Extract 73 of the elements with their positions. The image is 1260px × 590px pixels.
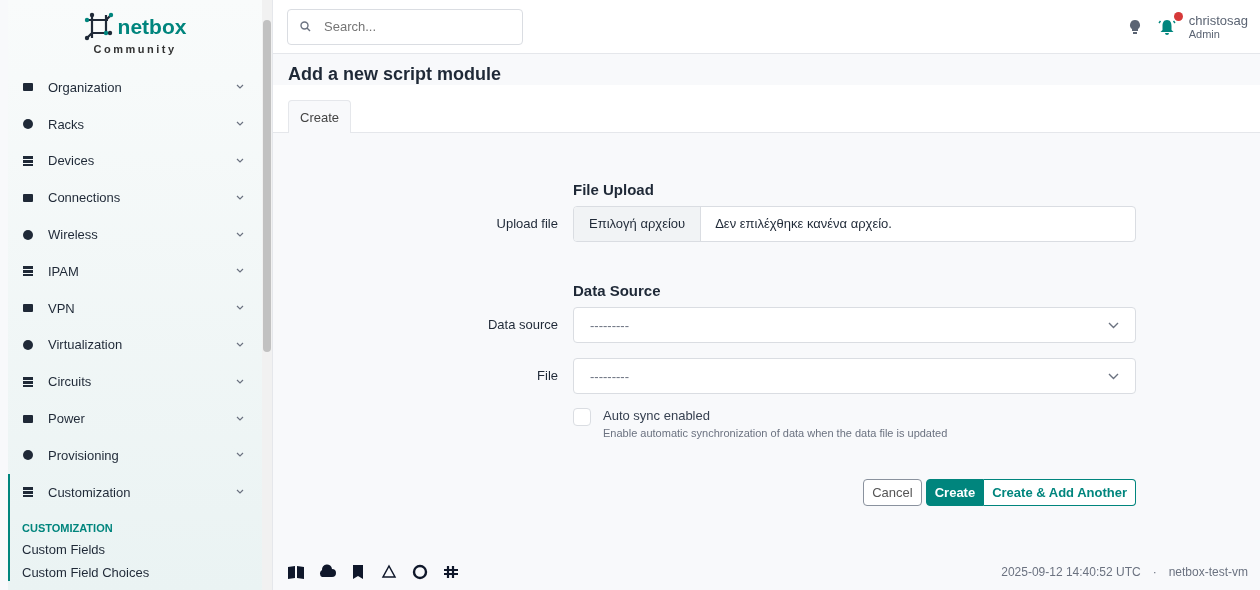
nav-item[interactable]: Power bbox=[8, 400, 262, 437]
search-icon bbox=[300, 20, 311, 32]
chevron-icon bbox=[1108, 321, 1119, 329]
brand-edition: Community bbox=[93, 43, 177, 55]
chevron-icon bbox=[236, 341, 244, 348]
menu-item-icon bbox=[22, 302, 34, 315]
checkbox[interactable] bbox=[573, 408, 591, 426]
chevron-icon bbox=[236, 489, 244, 496]
chevron-icon bbox=[236, 121, 244, 128]
nav-item[interactable]: Devices bbox=[8, 142, 262, 180]
chevron-icon bbox=[236, 268, 244, 275]
lightbulb-icon[interactable] bbox=[1128, 18, 1141, 35]
menu-item-icon bbox=[22, 338, 34, 351]
hostname: netbox-test-vm bbox=[1168, 565, 1248, 579]
menu-link[interactable]: Custom Fields bbox=[10, 533, 106, 558]
menu-item-icon bbox=[22, 486, 34, 499]
field-label: File bbox=[536, 367, 559, 385]
menu-link[interactable]: Custom Field Choices bbox=[10, 557, 150, 581]
section-heading: Data Source bbox=[573, 282, 661, 299]
select-field[interactable]: --------- bbox=[573, 358, 1136, 394]
nav-item[interactable]: Virtualization bbox=[8, 326, 262, 364]
create-button[interactable]: Create bbox=[925, 479, 985, 506]
tab[interactable]: Create bbox=[288, 100, 352, 133]
menu-item-icon bbox=[22, 81, 34, 94]
nav-item[interactable]: Customization bbox=[10, 473, 262, 511]
help-text: Enable automatic synchronization of data when the data file is updated bbox=[603, 427, 948, 439]
page-title: Add a new script module bbox=[288, 64, 503, 85]
chevron-icon bbox=[236, 378, 244, 385]
nav-item[interactable]: Wireless bbox=[8, 216, 262, 253]
chevron-icon bbox=[1108, 372, 1119, 380]
chevron-icon bbox=[236, 452, 244, 459]
brand-name: netbox bbox=[117, 15, 187, 39]
field-label: Data source bbox=[486, 316, 559, 334]
nav-item[interactable]: VPN bbox=[8, 289, 262, 327]
menu-item-icon bbox=[22, 449, 34, 462]
nav-item[interactable]: Organization bbox=[8, 69, 262, 106]
menu-item-icon bbox=[22, 155, 34, 167]
separator: · bbox=[1152, 565, 1157, 579]
timestamp: 2025-09-12 14:40:52 UTC bbox=[1001, 565, 1141, 579]
menu-item-icon bbox=[22, 265, 34, 278]
menu-item-icon bbox=[22, 375, 34, 388]
user-role: Admin bbox=[1188, 28, 1221, 40]
hash-icon[interactable] bbox=[442, 564, 460, 580]
menu-item-icon bbox=[22, 191, 34, 204]
cancel-button[interactable]: Cancel bbox=[863, 479, 922, 506]
nav-item[interactable]: Connections bbox=[8, 179, 262, 217]
file-input[interactable]: Επιλογή αρχείου Δεν επιλέχθηκε κανένα αρχείο. bbox=[573, 206, 1136, 242]
section-heading: File Upload bbox=[573, 181, 654, 198]
user-name[interactable]: christosag bbox=[1188, 13, 1248, 28]
create-and-add-button[interactable]: Create & Add Another bbox=[984, 479, 1136, 506]
menu-item-icon bbox=[22, 412, 34, 425]
chevron-icon bbox=[236, 305, 244, 312]
menu-item-icon bbox=[22, 228, 34, 241]
nav-item[interactable]: IPAM bbox=[8, 253, 262, 290]
nav-item[interactable]: Circuits bbox=[8, 363, 262, 401]
chevron-icon bbox=[236, 84, 244, 91]
logo-icon bbox=[83, 12, 114, 42]
nav-item[interactable]: Provisioning bbox=[8, 436, 262, 474]
chevron-icon bbox=[236, 158, 244, 164]
menu-group-heading: CUSTOMIZATION bbox=[21, 520, 113, 534]
field-label: Upload file bbox=[495, 215, 559, 233]
nav-item[interactable]: Racks bbox=[8, 105, 262, 143]
menu-item-icon bbox=[22, 118, 34, 131]
chevron-icon bbox=[236, 194, 244, 201]
scrollbar[interactable] bbox=[262, 0, 272, 590]
checkbox-label: Auto sync enabled bbox=[603, 408, 711, 423]
chevron-icon bbox=[236, 415, 244, 422]
cloud-icon[interactable] bbox=[318, 564, 336, 580]
select-field[interactable]: --------- bbox=[573, 307, 1136, 343]
book-icon[interactable] bbox=[287, 564, 305, 580]
search-field[interactable]: Search... bbox=[287, 8, 523, 45]
chevron-icon bbox=[236, 231, 244, 238]
bell-icon[interactable] bbox=[1156, 17, 1177, 36]
